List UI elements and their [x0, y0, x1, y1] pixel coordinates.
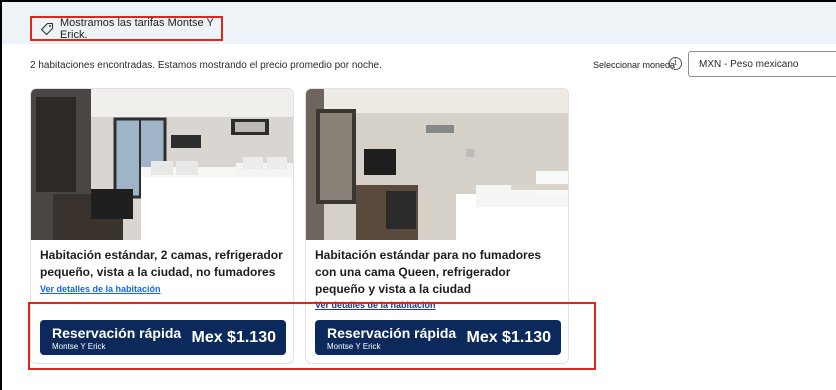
rate-notice-text: Mostramos las tarifas Montse Y Erick.: [60, 16, 214, 41]
currency-value: MXN - Peso mexicano: [699, 59, 799, 70]
quick-book-button[interactable]: Reservación rápida Montse Y Erick Mex $1…: [40, 320, 286, 355]
room-card: Habitación estándar para no fumadores co…: [305, 88, 569, 364]
quick-book-sublabel: Montse Y Erick: [327, 342, 381, 351]
quick-book-label: Reservación rápida: [327, 325, 457, 341]
tag-icon: [40, 22, 54, 36]
room-card: Habitación estándar, 2 camas, refrigerad…: [30, 88, 294, 364]
room-title: Habitación estándar para no fumadores co…: [315, 248, 542, 296]
room-photo[interactable]: [31, 89, 293, 240]
quick-book-button[interactable]: Reservación rápida Montse Y Erick Mex $1…: [315, 320, 561, 355]
currency-select[interactable]: MXN - Peso mexicano: [688, 51, 836, 77]
room-price: Mex $1.130: [466, 329, 551, 346]
room-photo[interactable]: [306, 89, 568, 240]
currency-label: Seleccionar moneda: [593, 60, 676, 70]
room-title: Habitación estándar, 2 camas, refrigerad…: [40, 248, 283, 279]
room-details-link[interactable]: Ver detalles de la habitación: [315, 300, 436, 310]
info-icon[interactable]: i: [669, 57, 682, 70]
rooms-found-text: 2 habitaciones encontradas. Estamos most…: [30, 60, 382, 71]
quick-book-sublabel: Montse Y Erick: [52, 342, 106, 351]
quick-book-label: Reservación rápida: [52, 325, 182, 341]
room-price: Mex $1.130: [191, 329, 276, 346]
rate-notice: Mostramos las tarifas Montse Y Erick.: [30, 16, 223, 41]
room-details-link[interactable]: Ver detalles de la habitación: [40, 284, 161, 294]
results-info-row: 2 habitaciones encontradas. Estamos most…: [30, 51, 836, 77]
